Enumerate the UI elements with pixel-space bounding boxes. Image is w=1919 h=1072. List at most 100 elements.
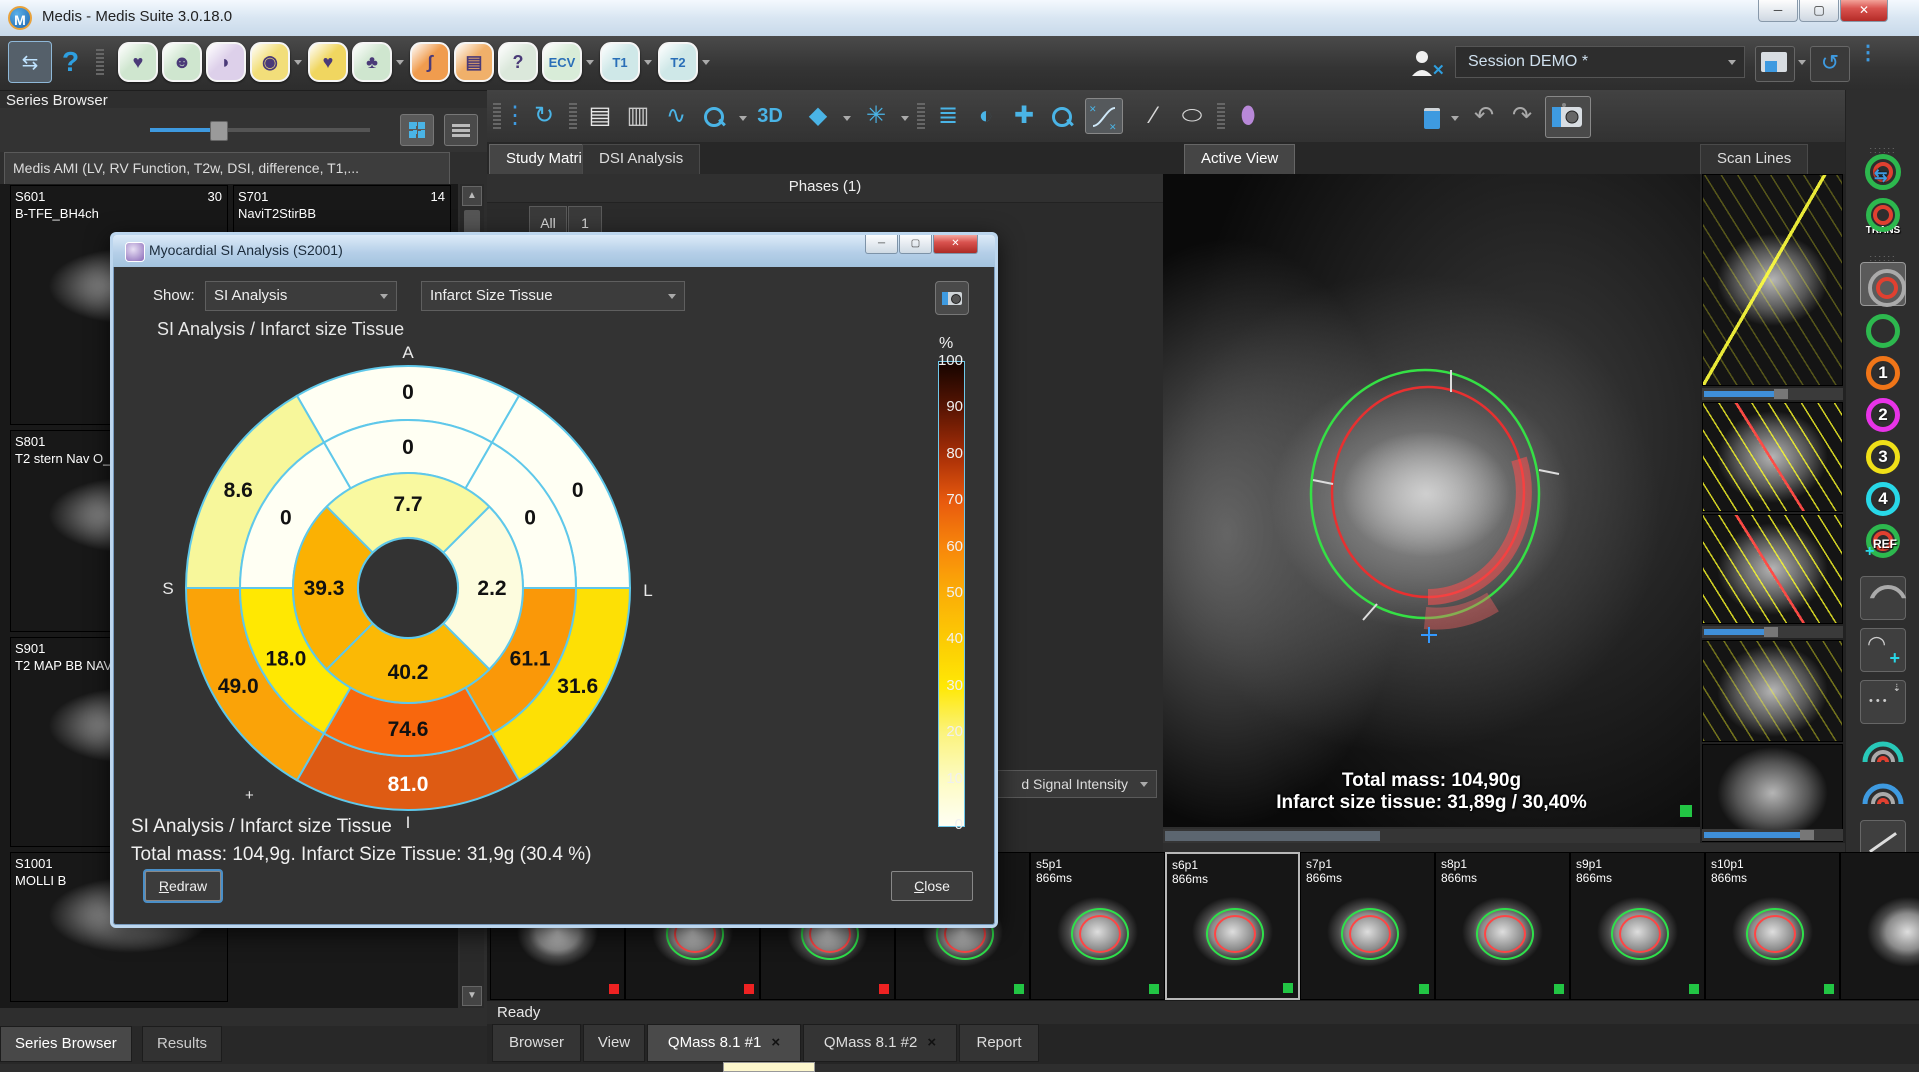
phase-thumbnail[interactable]	[1840, 852, 1919, 1000]
footer-tab-results[interactable]: Results	[142, 1026, 222, 1062]
phase-thumbnail-s8p1[interactable]: s8p1866ms	[1435, 852, 1570, 1000]
pan-icon[interactable]: ✚	[1005, 98, 1043, 134]
trans-view-icon[interactable]: TRANS	[1846, 198, 1919, 236]
signal-curve-icon[interactable]: ∿	[657, 98, 695, 134]
main-tab-browser[interactable]: Browser	[492, 1024, 581, 1062]
tab-scan-lines[interactable]: Scan Lines	[1700, 144, 1808, 174]
snapshot-camera-icon[interactable]	[1545, 96, 1591, 138]
contour-2-icon[interactable]: 2	[1846, 398, 1919, 437]
contour-1-icon[interactable]: 1	[1846, 356, 1919, 395]
add-contour-button[interactable]: ◠+	[1846, 628, 1919, 677]
analysis-dropdown[interactable]: SI Analysis	[205, 281, 397, 311]
3d-view-icon[interactable]: 3D	[751, 98, 789, 134]
undo-icon[interactable]: ↶	[1465, 98, 1503, 134]
tissue-dropdown[interactable]: Infarct Size Tissue	[421, 281, 685, 311]
thumb-size-slider-handle[interactable]	[210, 121, 228, 141]
main-tab-qmass-8-1--2[interactable]: QMass 8.1 #2×	[803, 1024, 957, 1062]
filmstrip-icon[interactable]: ▥	[619, 98, 657, 134]
droplet-dropdown-arrow[interactable]	[843, 116, 851, 121]
phase-thumbnail-s6p1[interactable]: s6p1866ms	[1165, 852, 1300, 1000]
study-tab[interactable]: Medis AMI (LV, RV Function, T2w, DSI, di…	[4, 152, 450, 184]
active-view-scrollbar[interactable]	[1163, 829, 1700, 843]
vessels-app-icon[interactable]: ♣	[352, 42, 392, 82]
lv-function-app-icon[interactable]: ♥	[118, 42, 158, 82]
session-dropdown[interactable]: Session DEMO *	[1455, 46, 1745, 78]
grid-view-button[interactable]	[400, 114, 434, 146]
scan-thumbnail[interactable]	[1702, 174, 1843, 386]
dialog-titlebar[interactable]: Myocardial SI Analysis (S2001) ─ ▢ ✕	[113, 235, 995, 267]
analysis-app-icon[interactable]: ☻	[162, 42, 202, 82]
dialog-maximize-button[interactable]: ▢	[899, 235, 932, 254]
toolbar-kebab-icon[interactable]: ⋮	[503, 98, 519, 134]
close-button[interactable]: ✕	[1840, 0, 1888, 22]
contour-3-icon[interactable]: 3	[1846, 440, 1919, 479]
scan-slider[interactable]	[1702, 388, 1843, 400]
layers-icon[interactable]: ≣	[929, 98, 967, 134]
dialog-close-icon[interactable]: ✕	[933, 235, 978, 254]
sail-app-icon[interactable]: ◗	[206, 42, 246, 82]
bean-icon[interactable]: ⬮	[1229, 98, 1267, 134]
scan-thumbnail[interactable]	[1702, 402, 1843, 512]
tulip-app-icon[interactable]: ♥	[308, 42, 348, 82]
zoom-loupe-icon[interactable]	[1043, 98, 1081, 134]
main-tab-qmass-8-1--1[interactable]: QMass 8.1 #1×	[647, 1024, 801, 1062]
footer-tab-series-browser[interactable]: Series Browser	[0, 1026, 132, 1062]
vessels-app-icon-dropdown-arrow[interactable]	[396, 60, 404, 65]
tab-close-icon[interactable]: ×	[927, 1034, 936, 1051]
curve-edit-icon[interactable]: ✕✕	[1085, 98, 1123, 134]
user-app-icon[interactable]: ?	[498, 42, 538, 82]
arc-tool-button[interactable]	[1846, 576, 1919, 625]
scan-slider[interactable]	[1702, 626, 1843, 638]
contour-4-icon[interactable]: 4	[1846, 482, 1919, 521]
active-view-panel[interactable]: Total mass: 104,90g Infarct size tissue:…	[1163, 174, 1700, 827]
t2-app-icon[interactable]: T2	[658, 42, 698, 82]
delete-dropdown-arrow[interactable]	[1451, 116, 1459, 121]
dialog-minimize-button[interactable]: ─	[865, 235, 898, 254]
dialog-snapshot-icon[interactable]	[935, 281, 969, 315]
tab-active-view[interactable]: Active View	[1184, 144, 1295, 174]
save-session-dropdown-arrow[interactable]	[1798, 60, 1806, 65]
minimize-button[interactable]: ─	[1758, 0, 1798, 22]
close-dialog-button[interactable]: Close	[891, 871, 973, 901]
q-loupe-dropdown-arrow[interactable]	[739, 116, 747, 121]
contour-green-icon[interactable]	[1846, 314, 1919, 353]
scroll-down-icon[interactable]: ▼	[462, 986, 482, 1006]
tab-close-icon[interactable]: ×	[771, 1034, 780, 1051]
phase-thumbnail-s5p1[interactable]: s5p1866ms	[1030, 852, 1165, 1000]
close-session-icon[interactable]: ✕	[1408, 48, 1444, 78]
contours-tool-icon[interactable]	[1846, 262, 1919, 311]
report-app-icon[interactable]: ▤	[454, 42, 494, 82]
redo-icon[interactable]: ↷	[1503, 98, 1541, 134]
scan-thumbnail[interactable]	[1702, 640, 1843, 742]
wheel-icon[interactable]: ✳	[857, 98, 895, 134]
wheel-dropdown-arrow[interactable]	[901, 116, 909, 121]
colormap-arcs-icon-2[interactable]	[1846, 774, 1919, 815]
ecv-app-icon-dropdown-arrow[interactable]	[586, 60, 594, 65]
phase-thumbnail-s7p1[interactable]: s7p1866ms	[1300, 852, 1435, 1000]
layout-button[interactable]: ⇆	[8, 41, 52, 83]
ellipse-roi-icon[interactable]: ⬭	[1173, 98, 1211, 134]
tab-dsi-analysis[interactable]: DSI Analysis	[582, 144, 700, 174]
reset-session-icon[interactable]: ↺	[1810, 46, 1850, 82]
menu-kebab-icon[interactable]: ⋮	[1858, 48, 1878, 58]
candy-app-icon[interactable]: ◉	[250, 42, 290, 82]
report-table-icon[interactable]: ▤	[581, 98, 619, 134]
phase-thumbnail-s10p1[interactable]: s10p1866ms	[1705, 852, 1840, 1000]
list-view-button[interactable]	[444, 114, 478, 146]
save-session-icon[interactable]	[1755, 46, 1795, 82]
scan-thumbnail[interactable]	[1702, 744, 1843, 842]
t1-app-icon[interactable]: T1	[600, 42, 640, 82]
ecv-app-icon[interactable]: ECV	[542, 42, 582, 82]
main-tab-report[interactable]: Report	[959, 1024, 1039, 1062]
reset-view-icon[interactable]: ↻	[525, 98, 563, 134]
scroll-up-icon[interactable]: ▲	[462, 186, 482, 206]
contrast-icon[interactable]: ◐	[967, 98, 1005, 134]
candy-app-icon-dropdown-arrow[interactable]	[294, 60, 302, 65]
ref-view-icon[interactable]: REF+	[1846, 524, 1919, 563]
flow-app-icon[interactable]: ∫	[410, 42, 450, 82]
delete-icon[interactable]	[1413, 98, 1451, 134]
t2-app-icon-dropdown-arrow[interactable]	[702, 60, 710, 65]
droplet-icon[interactable]: ◆	[799, 98, 837, 134]
help-icon[interactable]: ?	[62, 46, 79, 78]
scan-slider[interactable]	[1702, 829, 1843, 841]
